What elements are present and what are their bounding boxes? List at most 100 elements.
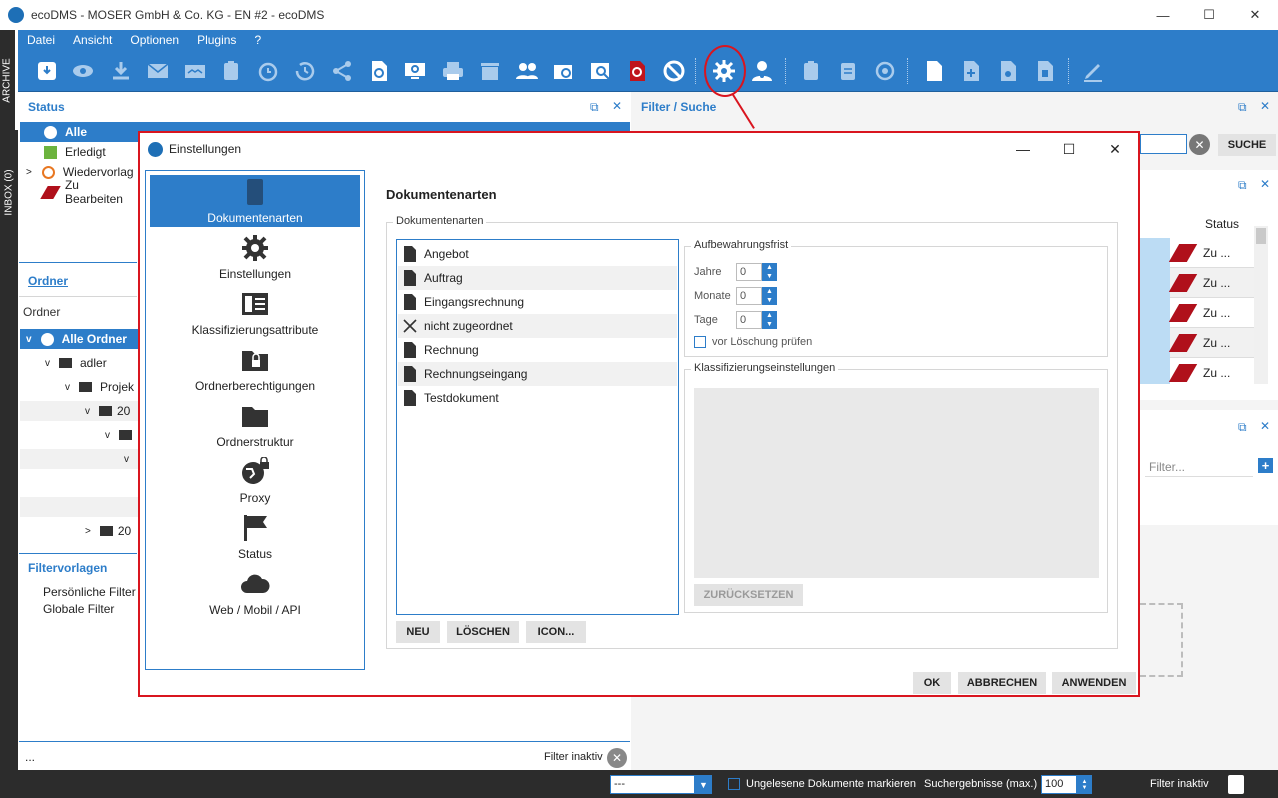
results-max-input[interactable]: 100 <box>1041 775 1077 794</box>
clear-filter-icon[interactable]: ✕ <box>607 748 627 768</box>
reset-button[interactable]: ZURÜCKSETZEN <box>694 584 803 606</box>
folder-row-20a[interactable]: v 20 <box>20 401 138 421</box>
result-row[interactable]: Zu ... <box>1140 298 1254 328</box>
search-folder-icon[interactable] <box>551 58 577 84</box>
popout-icon[interactable]: ⧉ <box>1238 420 1247 435</box>
folder-row-adler[interactable]: v adler <box>20 353 138 373</box>
dialog-close-button[interactable]: ✕ <box>1092 133 1138 165</box>
cancel-button[interactable]: ABBRECHEN <box>958 672 1046 694</box>
doc-type-row[interactable]: Testdokument <box>398 386 677 410</box>
doc-type-list[interactable]: Angebot Auftrag Eingangsrechnung nicht z… <box>396 239 679 615</box>
menu-ansicht[interactable]: Ansicht <box>64 33 121 47</box>
nav-web-mobil-api[interactable]: Web / Mobil / API <box>150 567 360 619</box>
target-icon[interactable] <box>872 58 898 84</box>
result-row[interactable]: Zu ... <box>1140 358 1254 384</box>
new-button[interactable]: NEU <box>396 621 440 643</box>
refresh-doc-icon[interactable] <box>366 58 392 84</box>
user-gear-icon[interactable] <box>749 58 775 84</box>
close-button[interactable]: ✕ <box>1232 0 1278 30</box>
alarm-icon[interactable] <box>255 58 281 84</box>
maximize-button[interactable]: ☐ <box>1186 0 1232 30</box>
verify-delete-checkbox[interactable] <box>694 336 706 348</box>
doc-split-icon[interactable] <box>1032 58 1058 84</box>
folder-row-projekt[interactable]: v Projek <box>20 377 138 397</box>
doc-type-row[interactable]: Eingangsrechnung <box>398 290 677 314</box>
nav-ordnerberechtigungen[interactable]: Ordnerberechtigungen <box>150 343 360 395</box>
users-icon[interactable] <box>514 58 540 84</box>
menu-plugins[interactable]: Plugins <box>188 33 245 47</box>
popout-icon[interactable]: ⧉ <box>1238 100 1247 115</box>
share-icon[interactable] <box>329 58 355 84</box>
panel-close-icon[interactable]: ✕ <box>1260 419 1270 433</box>
months-input[interactable]: 0 <box>736 287 762 305</box>
delete-button[interactable]: LÖSCHEN <box>447 621 519 643</box>
search-input[interactable] <box>1140 134 1187 154</box>
years-spinner[interactable]: ▲ ▼ <box>762 263 777 281</box>
menu-datei[interactable]: Datei <box>18 33 64 47</box>
ok-button[interactable]: OK <box>913 672 951 694</box>
search-button[interactable]: SUCHE <box>1218 134 1276 156</box>
nav-proxy[interactable]: Proxy <box>150 455 360 507</box>
nav-klassifizierungsattribute[interactable]: Klassifizierungsattribute <box>150 287 360 339</box>
clipboard-icon[interactable] <box>798 58 824 84</box>
right-filter-input[interactable]: Filter... <box>1145 457 1253 477</box>
tab-archive[interactable]: ARCHIVE <box>0 30 18 130</box>
mail-open-icon[interactable] <box>182 58 208 84</box>
folder-row-20b[interactable]: > 20 <box>20 521 138 541</box>
filter-global[interactable]: Globale Filter <box>43 602 114 616</box>
eye-icon[interactable] <box>70 58 96 84</box>
status-row-erledigt[interactable]: Erledigt <box>20 142 140 162</box>
days-spinner[interactable]: ▲ ▼ <box>762 311 777 329</box>
nav-status[interactable]: Status <box>150 511 360 563</box>
doc-edit-icon[interactable] <box>995 58 1021 84</box>
nav-einstellungen[interactable]: Einstellungen <box>150 231 360 283</box>
result-row[interactable]: Zu ... <box>1140 238 1254 268</box>
chevron-down-icon[interactable]: ▼ <box>695 775 712 794</box>
search-doc-icon[interactable] <box>588 58 614 84</box>
nav-dokumentenarten[interactable]: Dokumentenarten <box>150 175 360 227</box>
filter-personal[interactable]: Persönliche Filter <box>43 585 136 599</box>
results-scrollbar[interactable] <box>1254 226 1268 384</box>
menu-help[interactable]: ? <box>245 33 270 47</box>
result-row[interactable]: Zu ... <box>1140 328 1254 358</box>
popout-icon[interactable]: ⧉ <box>1238 178 1247 193</box>
doc-icon[interactable] <box>921 58 947 84</box>
trash-icon[interactable] <box>1228 775 1244 794</box>
panel-close-icon[interactable]: ✕ <box>612 99 622 113</box>
print-icon[interactable] <box>440 58 466 84</box>
download-icon[interactable] <box>108 58 134 84</box>
tab-inbox[interactable]: INBOX (0) <box>0 142 18 242</box>
monitor-refresh-icon[interactable] <box>402 58 428 84</box>
tag-icon[interactable] <box>624 58 650 84</box>
panel-close-icon[interactable]: ✕ <box>1260 99 1270 113</box>
add-filter-icon[interactable]: + <box>1258 458 1273 473</box>
block-icon[interactable] <box>661 58 687 84</box>
days-input[interactable]: 0 <box>736 311 762 329</box>
mail-icon[interactable] <box>145 58 171 84</box>
result-row[interactable]: Zu ... <box>1140 268 1254 298</box>
status-row-zu-bearbeiten[interactable]: Zu Bearbeiten <box>20 178 140 206</box>
folder-row-sub2[interactable]: v <box>20 449 138 469</box>
scan-icon[interactable] <box>34 58 60 84</box>
minimize-button[interactable]: — <box>1140 0 1186 30</box>
doc-add-icon[interactable] <box>958 58 984 84</box>
popout-icon[interactable]: ⧉ <box>590 100 599 115</box>
clear-search-icon[interactable]: ✕ <box>1189 134 1210 155</box>
panel-close-icon[interactable]: ✕ <box>1260 177 1270 191</box>
clipboard-list-icon[interactable] <box>835 58 861 84</box>
history-icon[interactable] <box>292 58 318 84</box>
nav-ordnerstruktur[interactable]: Ordnerstruktur <box>150 399 360 451</box>
unread-checkbox[interactable] <box>728 778 740 790</box>
menu-optionen[interactable]: Optionen <box>121 33 188 47</box>
doc-type-row[interactable]: Rechnungseingang <box>398 362 677 386</box>
dialog-minimize-button[interactable]: — <box>1000 133 1046 165</box>
doc-type-row[interactable]: Rechnung <box>398 338 677 362</box>
dialog-maximize-button[interactable]: ☐ <box>1046 133 1092 165</box>
months-spinner[interactable]: ▲ ▼ <box>762 287 777 305</box>
doc-type-row[interactable]: nicht zugeordnet <box>398 314 677 338</box>
icon-button[interactable]: ICON... <box>526 621 586 643</box>
results-spinner[interactable]: ▲ ▼ <box>1077 775 1092 794</box>
trash-box-icon[interactable] <box>477 58 503 84</box>
bottom-dropdown[interactable]: --- <box>610 775 695 794</box>
clipboard-link-icon[interactable] <box>218 58 244 84</box>
